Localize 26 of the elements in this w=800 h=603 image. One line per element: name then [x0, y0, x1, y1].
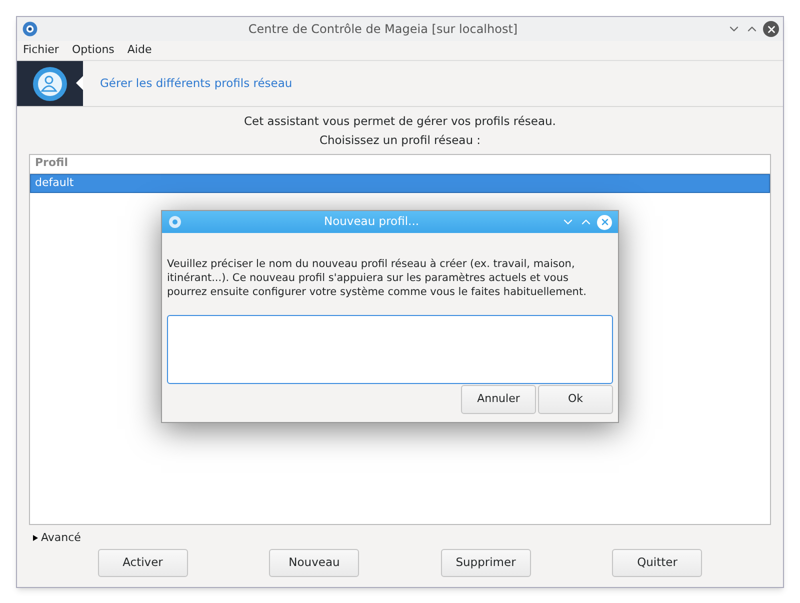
window-title: Centre de Contrôle de Mageia [sur localhost] [247, 21, 519, 38]
action-button[interactable]: Quitter [612, 549, 702, 577]
dialog-button[interactable]: Annuler [461, 385, 536, 414]
close-button[interactable] [763, 21, 779, 37]
menu-item[interactable]: Options [72, 42, 114, 59]
instruction-text: Cet assistant vous permet de gérer vos profils réseau. [244, 113, 556, 130]
action-button[interactable]: Activer [98, 549, 188, 577]
action-button[interactable]: Nouveau [269, 549, 360, 577]
expander-arrow-icon[interactable] [33, 534, 38, 541]
close-icon [766, 24, 776, 34]
dialog-logo-icon [168, 215, 182, 229]
user-globe-icon [32, 66, 68, 102]
instruction-text: Choisissez un profil réseau : [319, 132, 481, 150]
pointer-triangle [76, 76, 83, 90]
dialog-button[interactable]: Ok [538, 385, 613, 414]
banner-title: Gérer les différents profils réseau [100, 74, 292, 92]
close-icon [600, 217, 610, 227]
menu-item[interactable]: Aide [127, 42, 152, 59]
gear-logo-icon [21, 20, 39, 38]
dialog-message: Veuillez préciser le nom du nouveau profil réseau à créer (ex. travail, maison, itinérant...). Ce nouveau profil s'appuiera sur les paramètres actuels et vous pourrez ensuite configurer votre système comme vous le faites habituellement. [167, 257, 588, 299]
dialog-title: Nouveau profil... [322, 213, 420, 230]
column-header[interactable]: Profil [35, 155, 68, 172]
profile-name-field[interactable] [167, 315, 613, 384]
action-button[interactable]: Supprimer [440, 549, 531, 577]
advanced-expander[interactable]: Avancé [41, 530, 81, 546]
menu-item[interactable]: Fichier [23, 42, 59, 59]
